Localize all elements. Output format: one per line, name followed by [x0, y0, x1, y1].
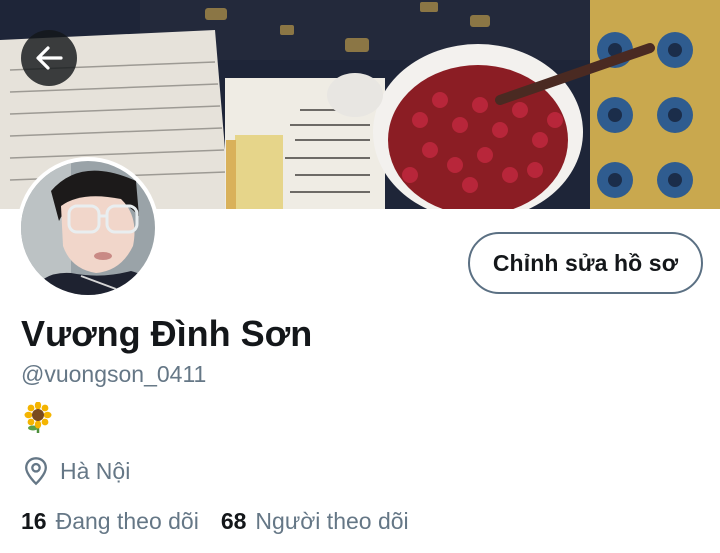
following-label: Đang theo dõi [55, 508, 199, 534]
profile-bio [24, 401, 52, 434]
follow-stats: 16 Đang theo dõi 68 Người theo dõi [21, 508, 409, 535]
followers-count: 68 [220, 508, 247, 534]
edit-profile-button[interactable]: Chỉnh sửa hồ sơ [468, 232, 703, 294]
following-count: 16 [21, 508, 47, 534]
sunflower-icon [24, 401, 52, 433]
followers-label: Người theo dõi [255, 508, 409, 534]
following-link[interactable]: 16 Đang theo dõi [21, 508, 199, 535]
avatar-image [21, 161, 155, 295]
profile-handle: @vuongson_0411 [21, 361, 207, 387]
followers-link[interactable]: 68 Người theo dõi [221, 508, 409, 535]
profile-display-name: Vương Đình Sơn [21, 313, 313, 354]
location-pin-icon [25, 457, 47, 486]
location-text: Hà Nội [60, 457, 131, 484]
avatar[interactable] [17, 157, 159, 299]
profile-location: Hà Nội [22, 456, 130, 486]
arrow-left-icon [36, 46, 63, 70]
back-button[interactable] [21, 30, 77, 86]
